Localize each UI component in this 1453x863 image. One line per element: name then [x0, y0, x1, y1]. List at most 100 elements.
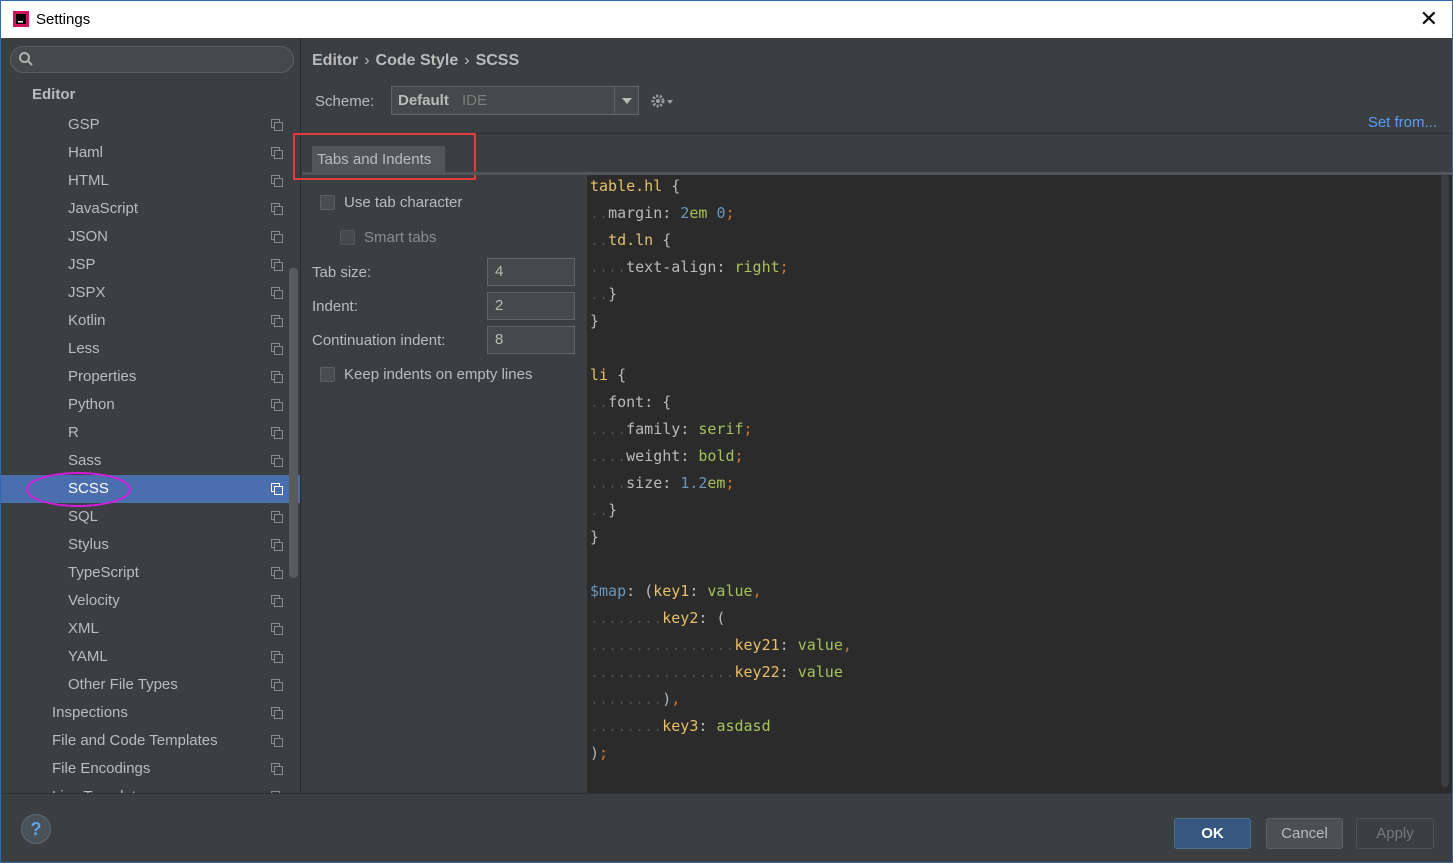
sidebar-item-kotlin[interactable]: Kotlin [1, 307, 300, 335]
breadcrumb-separator: › [464, 52, 470, 69]
sidebar-item-label: Kotlin [68, 312, 106, 329]
sidebar-item-properties[interactable]: Properties [1, 363, 300, 391]
sidebar-item-label: SCSS [68, 480, 109, 497]
sidebar-item-yaml[interactable]: YAML [1, 643, 300, 671]
sidebar-item-python[interactable]: Python [1, 391, 300, 419]
search-input[interactable] [10, 46, 294, 73]
sidebar-item-jsp[interactable]: JSP [1, 251, 300, 279]
continuation-indent-label: Continuation indent: [312, 332, 446, 349]
sidebar-item-html[interactable]: HTML [1, 167, 300, 195]
smart-tabs-label: Smart tabs [364, 229, 437, 246]
sidebar-item-sql[interactable]: SQL [1, 503, 300, 531]
indent-label: Indent: [312, 298, 358, 315]
settings-tree: GSP Haml HTML JavaScript JSON JSP JSPX Kotlin Le… [1, 111, 300, 793]
sidebar-item-typescript[interactable]: TypeScript [1, 559, 300, 587]
sidebar-item-live-templates[interactable]: Live Templates [1, 783, 300, 793]
project-settings-icon [271, 371, 283, 383]
apply-button[interactable]: Apply [1356, 818, 1434, 849]
sidebar-item-haml[interactable]: Haml [1, 139, 300, 167]
indent-field[interactable]: 2 [487, 292, 575, 320]
sidebar-item-inspections[interactable]: Inspections [1, 699, 300, 727]
sidebar-item-javascript[interactable]: JavaScript [1, 195, 300, 223]
code-preview[interactable]: table.hl {..margin: 2em 0; ..td.ln {....t… [587, 175, 1452, 793]
sidebar-item-label: File and Code Templates [52, 732, 218, 749]
sidebar-item-sass[interactable]: Sass [1, 447, 300, 475]
code-line: ....text-align: right; [590, 258, 789, 276]
sidebar-section-editor[interactable]: Editor [32, 86, 75, 103]
sidebar-item-label: Other File Types [68, 676, 178, 693]
main-panel: Editor › Code Style › SCSS Scheme: Default I… [293, 38, 1452, 793]
sidebar-item-gsp[interactable]: GSP [1, 111, 300, 139]
project-settings-icon [271, 651, 283, 663]
project-settings-icon [271, 679, 283, 691]
sidebar-scrollbar[interactable] [289, 268, 298, 578]
chevron-down-icon[interactable] [614, 87, 638, 114]
keep-indents-checkbox[interactable] [320, 367, 335, 382]
sidebar-item-label: R [68, 424, 79, 441]
project-settings-icon [271, 119, 283, 131]
code-line: $map: (key1: value, [590, 582, 762, 600]
sidebar-item-label: Live Templates [52, 783, 152, 793]
use-tab-label: Use tab character [344, 194, 463, 211]
sidebar-item-label: Velocity [68, 592, 120, 609]
preview-scrollbar[interactable] [1441, 175, 1449, 787]
button-bar: ? OK Cancel Apply [1, 793, 1452, 862]
gear-icon[interactable] [650, 92, 674, 110]
sidebar-item-scss[interactable]: SCSS [1, 475, 300, 503]
continuation-indent-field[interactable]: 8 [487, 326, 575, 354]
sidebar-item-label: Haml [68, 144, 104, 161]
sidebar-item-velocity[interactable]: Velocity [1, 587, 300, 615]
tab-size-field[interactable]: 4 [487, 258, 575, 286]
tab-tabs-and-indents[interactable]: Tabs and Indents [312, 146, 445, 174]
sidebar-item-label: Sass [68, 452, 102, 469]
project-settings-icon [271, 147, 283, 159]
smart-tabs-checkbox[interactable] [340, 230, 355, 245]
use-tab-checkbox[interactable] [320, 195, 335, 210]
sidebar-item-label: SQL [68, 508, 99, 525]
code-line: ....weight: bold; [590, 447, 744, 465]
code-line: ........key2: ( [590, 609, 726, 627]
ok-button[interactable]: OK [1174, 818, 1251, 849]
sidebar-item-file-encodings[interactable]: File Encodings [1, 755, 300, 783]
sidebar-item-stylus[interactable]: Stylus [1, 531, 300, 559]
sidebar-item-label: XML [68, 620, 99, 637]
sidebar-item-label: Stylus [68, 536, 109, 553]
sidebar-item-xml[interactable]: XML [1, 615, 300, 643]
sidebar-item-less[interactable]: Less [1, 335, 300, 363]
cancel-button[interactable]: Cancel [1266, 818, 1343, 849]
sidebar-item-jspx[interactable]: JSPX [1, 279, 300, 307]
project-settings-icon [271, 287, 283, 299]
scheme-dropdown[interactable]: Default IDE [391, 86, 639, 115]
code-line: ); [590, 744, 609, 762]
sidebar-item-json[interactable]: JSON [1, 223, 300, 251]
set-from-link[interactable]: Set from... [1368, 114, 1437, 131]
project-settings-icon [271, 259, 283, 271]
code-line: ..} [590, 285, 618, 303]
breadcrumb-scss: SCSS [475, 52, 520, 69]
project-settings-icon [271, 763, 283, 775]
sidebar-item-file-and-code-templates[interactable]: File and Code Templates [1, 727, 300, 755]
code-line: ..font: { [590, 393, 672, 411]
sidebar-item-label: Python [68, 396, 115, 413]
sidebar-item-other-file-types[interactable]: Other File Types [1, 671, 300, 699]
code-line: table.hl { [590, 177, 681, 195]
close-icon[interactable]: ✕ [1420, 7, 1438, 31]
code-line: ..} [590, 501, 618, 519]
sidebar-item-label: JSPX [68, 284, 106, 301]
code-line: ....size: 1.2em; [590, 474, 735, 492]
scheme-value: Default [398, 92, 449, 109]
code-line: ................key22: value [590, 663, 843, 681]
scheme-sub: IDE [462, 92, 488, 109]
breadcrumb-separator: › [364, 52, 370, 69]
sidebar-item-r[interactable]: R [1, 419, 300, 447]
sidebar-item-label: Less [68, 340, 100, 357]
title-bar: Settings ✕ [0, 0, 1453, 38]
sidebar-item-label: JSP [68, 256, 96, 273]
help-icon[interactable]: ? [21, 814, 51, 844]
scheme-label: Scheme: [315, 93, 375, 110]
code-line: ....family: serif; [590, 420, 753, 438]
project-settings-icon [271, 483, 283, 495]
project-settings-icon [271, 427, 283, 439]
code-line: } [590, 312, 600, 330]
sidebar-item-label: HTML [68, 172, 109, 189]
